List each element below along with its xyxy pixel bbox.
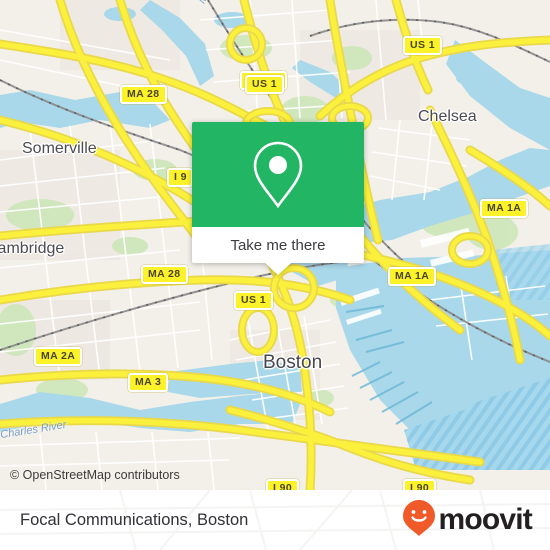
moovit-wordmark: moovit: [438, 503, 532, 536]
route-shield-ma3: MA 3: [128, 373, 169, 392]
moovit-pin-smile-icon: [402, 499, 436, 542]
map-label-chelsea: Chelsea: [418, 108, 477, 125]
map-attribution[interactable]: © OpenStreetMap contributors: [0, 468, 550, 482]
route-shield-us1-upper: US 1: [245, 75, 284, 94]
route-shield-us1-top: US 1: [403, 36, 442, 55]
route-shield-ma28-north: MA 28: [120, 85, 167, 104]
popup-pin-panel: [192, 122, 364, 227]
route-shield-ma1a-harbor: MA 1A: [388, 267, 437, 286]
route-shield-ma2a: MA 2A: [34, 347, 83, 366]
map-label-boston: Boston: [263, 352, 323, 373]
page-title: Focal Communications, Boston: [20, 510, 249, 529]
route-shield-ma1a-east: MA 1A: [480, 199, 529, 218]
popup-pointer: [265, 263, 291, 275]
moovit-brand[interactable]: moovit: [402, 499, 533, 542]
route-shield-us1-mid: US 1: [234, 291, 273, 310]
map-label-cambridge: Cambridge: [0, 240, 65, 257]
map-pin-icon: [249, 139, 307, 211]
map-canvas[interactable]: Somerville Chelsea Cambridge Boston Char…: [0, 0, 550, 490]
moovit-map-page: Somerville Chelsea Cambridge Boston Char…: [0, 0, 550, 550]
map-label-somerville: Somerville: [22, 140, 97, 157]
route-shield-ma28-mid: MA 28: [141, 265, 188, 284]
take-me-there-button[interactable]: Take me there: [192, 227, 364, 263]
route-shield-i93-clipped: I 9: [167, 168, 193, 187]
location-popup-card[interactable]: Take me there: [192, 122, 364, 275]
footer-bar: Focal Communications, Boston moovit: [0, 490, 550, 550]
